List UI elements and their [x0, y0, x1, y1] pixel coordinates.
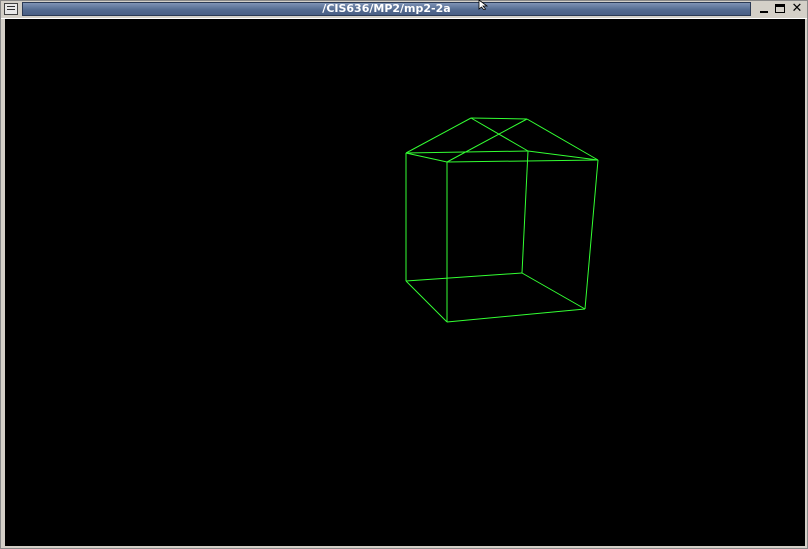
wireframe-edge — [446, 118, 528, 163]
title-bar[interactable]: /CIS636/MP2/mp2-2a ✕ — [1, 1, 807, 19]
wireframe-edge — [584, 159, 599, 310]
wireframe-edge — [526, 118, 599, 161]
close-icon[interactable]: ✕ — [790, 1, 804, 16]
wireframe-edge — [446, 308, 586, 323]
wireframe-edge — [405, 117, 472, 154]
wireframe-edge — [470, 117, 528, 120]
close-glyph: ✕ — [791, 1, 803, 16]
minimize-icon[interactable] — [757, 3, 771, 15]
wireframe-edge — [527, 150, 599, 161]
window-menu-icon[interactable] — [4, 3, 18, 15]
maximize-icon[interactable] — [773, 3, 787, 15]
wireframe-edge — [521, 150, 529, 274]
wireframe-edge — [521, 272, 586, 310]
wireframe-edge — [405, 280, 448, 323]
app-window: /CIS636/MP2/mp2-2a ✕ — [0, 0, 808, 549]
wireframe-scene — [405, 117, 599, 323]
mouse-cursor-icon — [478, 0, 489, 10]
wireframe-edge — [405, 152, 448, 163]
opengl-viewport[interactable] — [5, 19, 805, 546]
wireframe-edge — [446, 159, 599, 163]
window-title: /CIS636/MP2/mp2-2a — [322, 2, 451, 15]
title-strip[interactable]: /CIS636/MP2/mp2-2a — [22, 2, 751, 16]
wireframe-edge — [405, 272, 523, 282]
